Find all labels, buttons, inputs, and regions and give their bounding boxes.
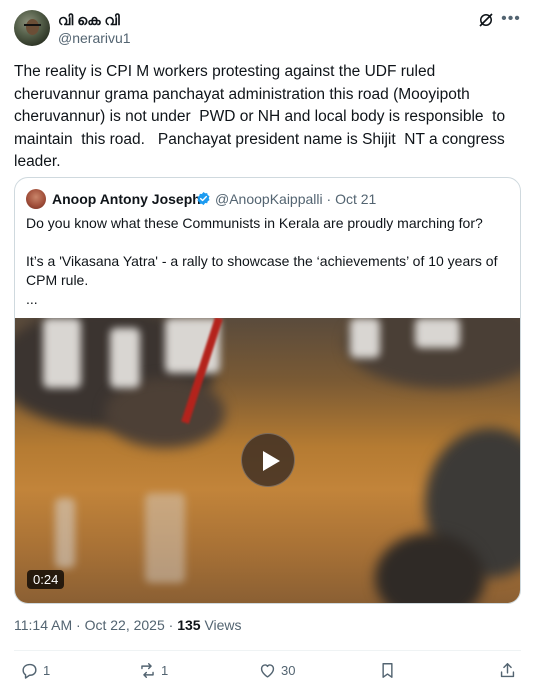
time-separator: · [76, 617, 81, 633]
like-button[interactable]: 30 [258, 658, 295, 682]
author-display-name[interactable]: വി കെ വി [58, 12, 120, 29]
grok-icon[interactable] [477, 11, 495, 29]
author-avatar[interactable] [14, 10, 50, 46]
like-count: 30 [281, 662, 296, 678]
share-icon [500, 662, 515, 677]
heart-icon [260, 663, 275, 678]
views-label: Views [204, 617, 242, 633]
bookmark-icon [382, 662, 393, 678]
video-player[interactable]: 0:24 [15, 318, 520, 603]
quoted-meta: @AnoopKaippalli · Oct 21 [215, 191, 376, 207]
tweet-date[interactable]: Oct 22, 2025 [85, 617, 165, 633]
verified-badge-icon [197, 191, 210, 206]
quoted-text: Do you know what these Communists in Ker… [26, 215, 498, 307]
tweet-text: The reality is CPI M workers protesting … [14, 63, 510, 170]
meta-separator: · [326, 191, 332, 207]
reply-button[interactable]: 1 [20, 658, 50, 682]
action-bar: 1 1 30 [14, 658, 521, 684]
quoted-date: Oct 21 [335, 191, 377, 207]
bookmark-button[interactable] [378, 658, 397, 682]
play-icon [263, 451, 280, 471]
author-handle[interactable]: @nerarivu1 [58, 30, 131, 46]
reply-icon [22, 663, 37, 679]
play-button[interactable] [241, 433, 295, 487]
more-icon[interactable]: ••• [501, 11, 521, 29]
quoted-author-handle: @AnoopKaippalli [215, 191, 323, 207]
quoted-author-avatar [26, 189, 46, 209]
tweet-timestamp: 11:14 AM · Oct 22, 2025 · 135 Views [14, 617, 242, 633]
views-separator: · [168, 617, 174, 633]
divider [14, 650, 521, 651]
quoted-author-name: Anoop Antony Joseph [52, 191, 201, 207]
repost-icon [141, 662, 154, 678]
repost-button[interactable]: 1 [138, 658, 168, 682]
quoted-tweet[interactable]: Anoop Antony Joseph @AnoopKaippalli · Oc… [14, 177, 521, 604]
tweet-header: വി കെ വി @nerarivu1 ••• [14, 10, 521, 48]
repost-count: 1 [161, 662, 169, 678]
video-duration: 0:24 [27, 570, 65, 589]
reply-count: 1 [43, 662, 51, 678]
views-count: 135 [177, 617, 201, 633]
share-button[interactable] [498, 658, 517, 682]
tweet-time[interactable]: 11:14 AM [14, 617, 72, 633]
